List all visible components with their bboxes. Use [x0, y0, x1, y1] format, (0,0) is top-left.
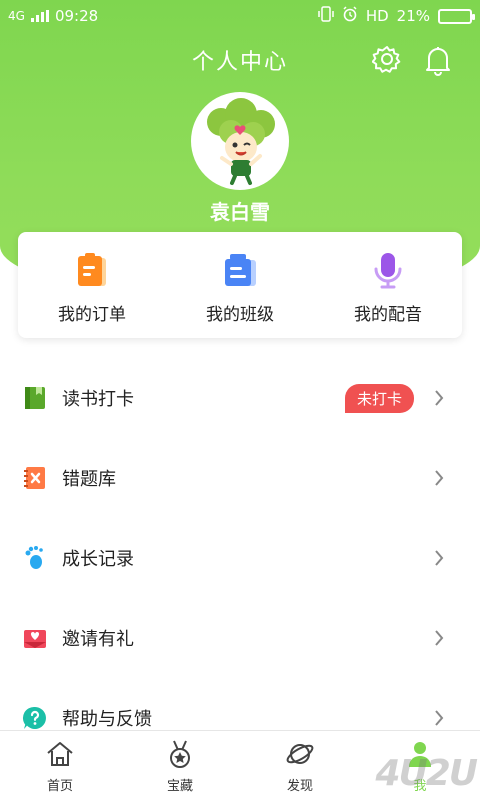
my-orders-button[interactable]: 我的订单 — [18, 232, 166, 338]
menu-item-mistakes[interactable]: 错题库 — [0, 438, 480, 518]
watermark: 4U2U — [375, 753, 478, 794]
clock: 09:28 — [54, 7, 99, 25]
tab-label: 宝藏 — [166, 779, 193, 794]
status-badge: 未打卡 — [344, 383, 414, 413]
bell-icon[interactable] — [423, 44, 453, 76]
class-icon — [225, 254, 256, 286]
menu-label: 邀请有礼 — [62, 629, 134, 650]
menu-label: 成长记录 — [62, 549, 134, 570]
chevron-right-icon — [435, 390, 444, 406]
gear-icon[interactable] — [371, 44, 402, 76]
planet-icon — [286, 744, 314, 764]
my-class-label: 我的班级 — [206, 305, 274, 325]
menu-label: 错题库 — [62, 469, 116, 490]
avatar[interactable] — [191, 92, 289, 190]
menu-label: 帮助与反馈 — [62, 709, 152, 730]
chevron-right-icon — [435, 550, 444, 566]
book-icon — [25, 387, 45, 409]
gift-envelope-icon — [24, 630, 46, 648]
home-icon — [47, 742, 73, 766]
quick-actions-card: 我的订单 我的班级 我的配音 — [18, 232, 462, 338]
chevron-right-icon — [435, 470, 444, 486]
battery-percent: 21% — [396, 7, 430, 25]
help-icon — [22, 706, 46, 729]
my-dubbing-label: 我的配音 — [354, 305, 422, 325]
page-title: 个人中心 — [191, 50, 288, 75]
menu-item-growth-record[interactable]: 成长记录 — [0, 518, 480, 598]
signal-icon — [30, 10, 49, 22]
username: 袁白雪 — [210, 200, 270, 224]
status-bar: 4G 09:28 HD 21% — [0, 0, 480, 32]
settings-menu: 读书打卡 未打卡 错题库 成长记录 邀请有礼 帮助与反馈 — [0, 358, 480, 758]
microphone-icon — [374, 253, 402, 289]
footprint-icon — [25, 546, 43, 569]
my-class-button[interactable]: 我的班级 — [166, 232, 314, 338]
tab-discover[interactable]: 发现 — [240, 731, 360, 800]
vibrate-icon — [318, 6, 334, 26]
my-dubbing-button[interactable]: 我的配音 — [314, 232, 462, 338]
network-type: 4G — [8, 9, 25, 23]
tab-treasure[interactable]: 宝藏 — [120, 731, 240, 800]
chevron-right-icon — [435, 710, 444, 726]
tab-label: 发现 — [286, 779, 313, 794]
menu-item-invite[interactable]: 邀请有礼 — [0, 598, 480, 678]
medal-icon — [170, 740, 190, 768]
battery-icon — [438, 8, 475, 24]
tab-label: 首页 — [46, 779, 73, 794]
menu-item-reading-checkin[interactable]: 读书打卡 未打卡 — [0, 358, 480, 438]
my-orders-label: 我的订单 — [58, 305, 126, 325]
tab-home[interactable]: 首页 — [0, 731, 120, 800]
chevron-right-icon — [435, 630, 444, 646]
hd-label: HD — [365, 7, 389, 25]
order-icon — [78, 253, 106, 286]
alarm-icon — [342, 6, 358, 26]
mistake-book-icon — [24, 467, 45, 489]
menu-label: 读书打卡 — [62, 389, 134, 410]
